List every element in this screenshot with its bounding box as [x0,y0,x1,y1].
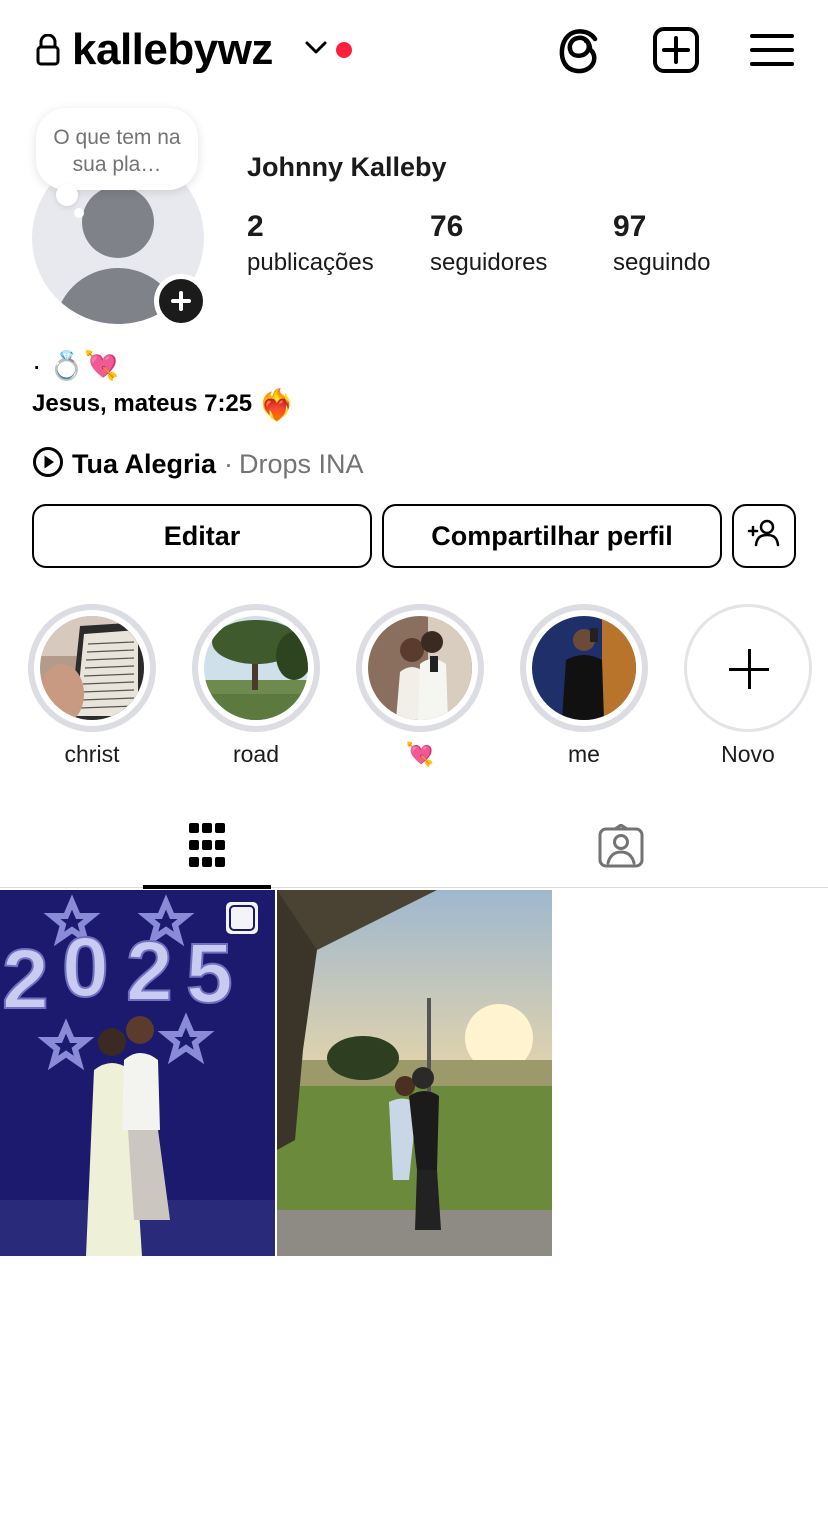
highlight-label: christ [64,741,120,767]
threads-icon[interactable] [556,26,604,81]
new-highlight-button[interactable]: Novo [684,604,812,768]
bio-line-2: Jesus, mateus 7:25 ❤️‍🔥 [32,384,295,426]
svg-text:5: 5 [186,926,233,1020]
chevron-down-icon[interactable] [304,40,328,61]
music-separator: · [224,448,234,479]
note-bubble[interactable]: O que tem na sua pla… [36,108,198,190]
highlight-label: road [232,741,280,767]
followers-stat[interactable]: 76 seguidores [430,208,547,280]
post-thumbnail-2[interactable] [277,890,552,1256]
bio-verse: Jesus, mateus 7:25 [32,390,253,417]
bio-emoji: ❤️‍🔥 [258,389,296,422]
tab-tagged[interactable] [556,800,684,888]
plus-icon [684,604,812,732]
music-artist: Drops INA [239,448,364,479]
following-label: seguindo [613,249,711,276]
svg-text:2: 2 [126,924,173,1018]
highlight-heart[interactable]: 💘 [356,604,484,768]
post-thumbnail-1[interactable]: 2025 [0,890,275,1256]
profile-tabs [0,800,828,889]
username-switcher[interactable]: kallebywz [72,24,273,76]
highlight-cover-selfie [532,616,636,720]
posts-stat[interactable]: 2 publicações [247,208,374,280]
grid-icon [188,822,226,873]
active-tab-indicator [143,885,271,889]
lock-icon [36,33,60,71]
svg-text:2: 2 [2,932,49,1026]
music-song: Tua Alegria [72,448,217,479]
highlight-me[interactable]: me [520,604,648,768]
discover-people-button[interactable] [732,504,796,568]
notification-dot [336,42,352,58]
profile-header: kallebywz [0,0,828,100]
following-count: 97 [613,210,647,243]
edit-profile-button[interactable]: Editar [32,504,372,568]
highlight-christ[interactable]: christ [28,604,156,768]
menu-icon[interactable] [750,26,794,77]
tagged-icon [598,823,644,873]
bio-line-1: · 💍💘 [32,350,119,381]
note-tail-small [74,208,84,218]
svg-text:0: 0 [62,920,109,1014]
share-profile-button[interactable]: Compartilhar perfil [382,504,722,568]
tab-posts-grid[interactable] [143,800,271,889]
following-stat[interactable]: 97 seguindo [613,208,710,280]
posts-count: 2 [247,210,264,243]
followers-label: seguidores [430,249,548,276]
profile-music[interactable]: Tua Alegria · Drops INA [32,444,364,484]
create-post-icon[interactable] [652,26,700,79]
add-story-icon[interactable] [154,274,208,328]
posts-label: publicações [247,249,374,276]
play-icon [32,446,64,483]
highlight-cover-couple [368,616,472,720]
highlight-label: 💘 [405,741,435,767]
highlight-road[interactable]: road [192,604,320,768]
followers-count: 76 [430,210,464,243]
note-tail [56,184,78,206]
highlight-label: Novo [721,741,775,767]
highlight-cover-tree [204,616,308,720]
add-person-icon [747,518,781,555]
highlight-cover-bible [40,616,144,720]
full-name: Johnny Kalleby [247,152,447,182]
highlight-label: me [568,741,600,767]
